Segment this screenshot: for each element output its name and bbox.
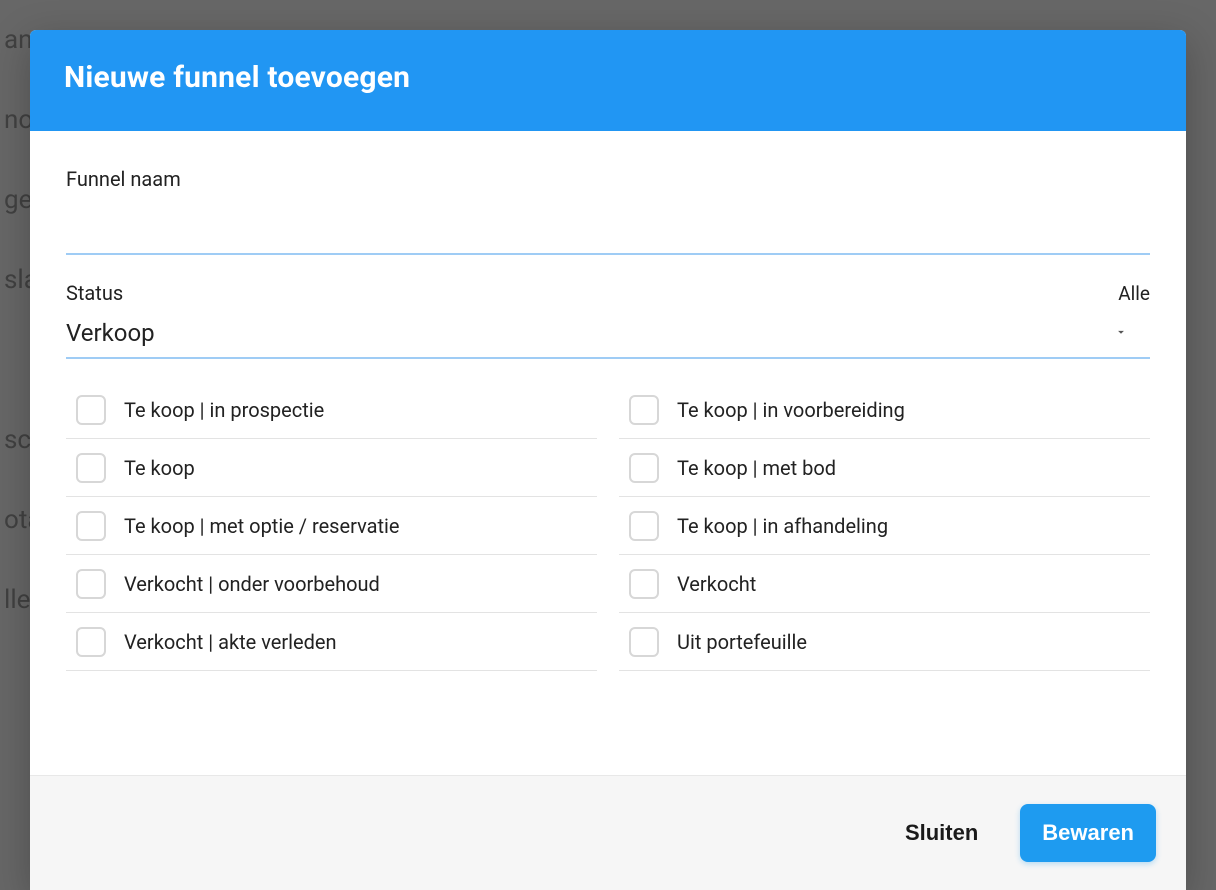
close-button[interactable]: Sluiten <box>897 808 986 858</box>
funnel-name-input[interactable] <box>66 209 1150 255</box>
status-option[interactable]: Verkocht <box>619 555 1150 613</box>
modal-header: Nieuwe funnel toevoegen <box>30 30 1186 131</box>
checkbox-icon[interactable] <box>629 569 659 599</box>
status-option[interactable]: Verkocht | akte verleden <box>66 613 597 671</box>
status-select-value: Verkoop <box>66 319 1150 347</box>
status-option-label: Te koop | in prospectie <box>124 398 324 422</box>
status-option[interactable]: Te koop | in prospectie <box>66 381 597 439</box>
status-option-label: Te koop | met bod <box>677 456 836 480</box>
status-option-label: Te koop | in voorbereiding <box>677 398 905 422</box>
status-header-row: Status Alle <box>66 281 1150 305</box>
status-label: Status <box>66 281 123 305</box>
checkbox-icon[interactable] <box>629 395 659 425</box>
modal-body: Funnel naam Status Alle Verkoop Te koop … <box>30 131 1186 775</box>
modal-title: Nieuwe funnel toevoegen <box>64 60 1152 95</box>
funnel-name-field: Funnel naam <box>66 167 1150 255</box>
status-option[interactable]: Uit portefeuille <box>619 613 1150 671</box>
status-option-label: Te koop | in afhandeling <box>677 514 888 538</box>
status-option-label: Te koop <box>124 456 195 480</box>
status-option[interactable]: Te koop | in afhandeling <box>619 497 1150 555</box>
status-option-label: Uit portefeuille <box>677 630 807 654</box>
status-option-label: Verkocht <box>677 572 756 596</box>
status-option[interactable]: Te koop | met bod <box>619 439 1150 497</box>
checkbox-icon[interactable] <box>76 627 106 657</box>
status-option-label: Te koop | met optie / reservatie <box>124 514 400 538</box>
checkbox-icon[interactable] <box>629 627 659 657</box>
status-option[interactable]: Verkocht | onder voorbehoud <box>66 555 597 613</box>
status-option[interactable]: Te koop | met optie / reservatie <box>66 497 597 555</box>
checkbox-icon[interactable] <box>629 511 659 541</box>
status-options-grid: Te koop | in prospectie Te koop Te koop … <box>66 381 1150 671</box>
status-options-col-left: Te koop | in prospectie Te koop Te koop … <box>66 381 597 671</box>
status-select-all[interactable]: Alle <box>1118 282 1150 305</box>
modal-footer: Sluiten Bewaren <box>30 775 1186 890</box>
checkbox-icon[interactable] <box>76 569 106 599</box>
checkbox-icon[interactable] <box>76 511 106 541</box>
status-options-col-right: Te koop | in voorbereiding Te koop | met… <box>619 381 1150 671</box>
status-option-label: Verkocht | onder voorbehoud <box>124 572 380 596</box>
funnel-name-label: Funnel naam <box>66 167 1150 191</box>
status-option[interactable]: Te koop | in voorbereiding <box>619 381 1150 439</box>
chevron-down-icon <box>1114 325 1128 339</box>
status-select[interactable]: Verkoop <box>66 319 1150 359</box>
checkbox-icon[interactable] <box>76 453 106 483</box>
checkbox-icon[interactable] <box>629 453 659 483</box>
status-option[interactable]: Te koop <box>66 439 597 497</box>
status-option-label: Verkocht | akte verleden <box>124 630 337 654</box>
checkbox-icon[interactable] <box>76 395 106 425</box>
add-funnel-modal: Nieuwe funnel toevoegen Funnel naam Stat… <box>30 30 1186 890</box>
save-button[interactable]: Bewaren <box>1020 804 1156 862</box>
